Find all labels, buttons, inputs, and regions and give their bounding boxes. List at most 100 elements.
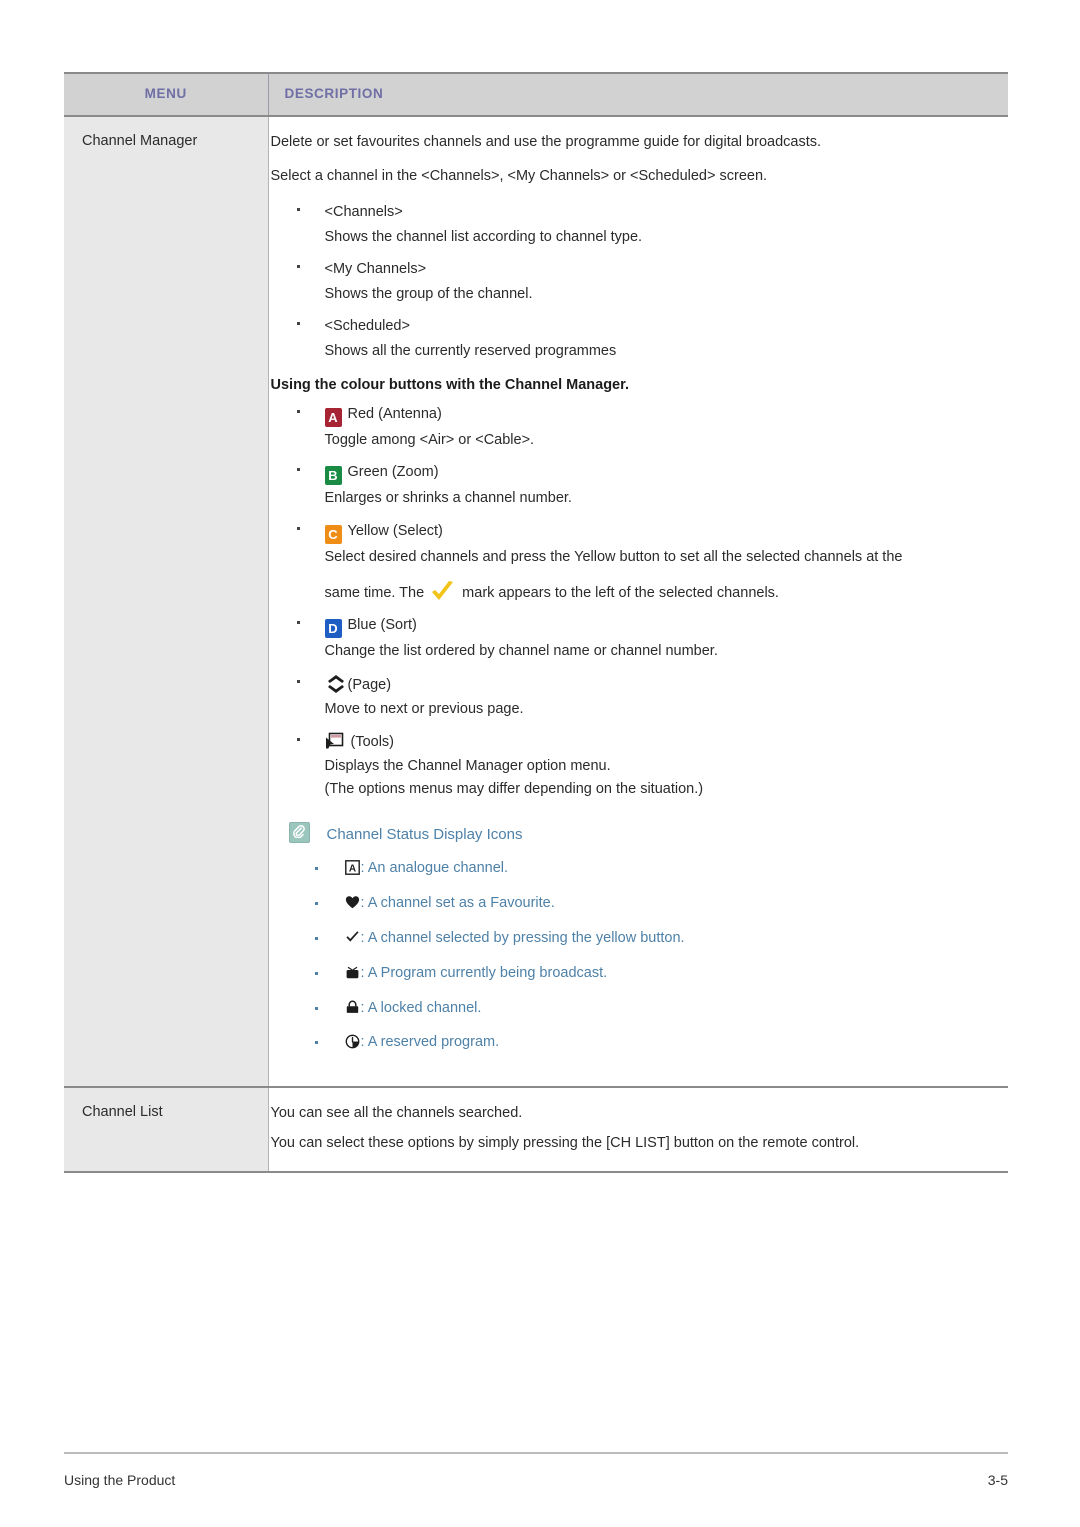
bullet-head: <My Channels> [324, 261, 427, 278]
bullet-dot-icon [296, 679, 300, 683]
bullet-head-label: (Page) [347, 676, 392, 693]
list-item-broadcasting-program: : A Program currently being broadcast. [289, 964, 991, 986]
screen-bullet-list: <Channels> Shows the channel list accord… [271, 201, 991, 362]
bullet-sub: Move to next or previous page. [324, 701, 524, 718]
bullet-sub: Enlarges or shrinks a channel number. [324, 490, 572, 507]
bullet-dot-icon [314, 936, 318, 940]
note-heading: Channel Status Display Icons [288, 822, 991, 845]
heart-icon [345, 895, 360, 916]
status-item-label: : A channel set as a Favourite. [360, 895, 555, 912]
footer-section-label: Using the Product [64, 1472, 176, 1488]
document-page: MENU DESCRIPTION Channel Manager Delete … [0, 0, 1080, 1527]
list-item-blue-button: D Blue (Sort) Change the list ordered by … [271, 614, 991, 662]
sub2-after-text: mark appears to the left of the selected… [462, 584, 779, 601]
note-paperclip-icon [288, 822, 310, 844]
bullet-head-label: Red (Antenna) [347, 405, 442, 422]
list-item-tools-button: (Tools) Displays the Channel Manager opt… [271, 731, 991, 800]
bullet-sub: Shows all the currently reserved program… [324, 342, 617, 359]
bullet-head: <Scheduled> [324, 318, 410, 335]
status-icon-list: A : An analogue channel. : A channel set … [289, 859, 991, 1055]
bullet-head: D Blue (Sort) [324, 614, 991, 639]
bullet-sub: Shows the group of the channel. [324, 285, 533, 302]
bullet-dot-icon [314, 1041, 318, 1045]
yellow-button-c-icon: C [324, 524, 342, 544]
description-cell-channel-list: You can see all the channels searched. Y… [268, 1087, 1008, 1173]
list-item: <Channels> Shows the channel list accord… [271, 201, 991, 248]
bullet-dot-icon [296, 208, 300, 212]
list-item: <My Channels> Shows the group of the cha… [271, 258, 991, 305]
note-heading-label: Channel Status Display Icons [326, 826, 523, 844]
list-item-red-button: A Red (Antenna) Toggle among <Air> or <Ca… [271, 403, 991, 451]
channel-list-paragraph-2: You can select these options by simply p… [270, 1135, 860, 1152]
status-item-label: : A Program currently being broadcast. [360, 964, 608, 981]
bullet-sub: Toggle among <Air> or <Cable>. [324, 431, 535, 448]
bullet-dot-icon [296, 621, 300, 625]
bullet-dot-icon [296, 322, 300, 326]
green-button-b-icon: B [324, 466, 342, 486]
bullet-head-label: (Tools) [350, 733, 395, 750]
column-header-menu-label: MENU [144, 86, 187, 101]
page-updown-chevron-icon [325, 673, 347, 695]
menu-cell-channel-list: Channel List [64, 1087, 269, 1173]
svg-text:A: A [348, 864, 355, 875]
bullet-head: (Tools) [325, 731, 991, 753]
status-item-label: : A reserved program. [360, 1034, 500, 1051]
sub2-before-text: same time. The [324, 584, 425, 601]
boxed-letter-a-icon: A [344, 860, 360, 881]
bullet-dot-icon [314, 902, 318, 906]
bullet-sub-2: same time. The mark appears to the left o… [325, 580, 991, 604]
column-header-menu: MENU [64, 72, 269, 117]
colour-buttons-heading: Using the colour buttons with the Channe… [270, 377, 630, 394]
list-item-reserved-program: : A reserved program. [289, 1033, 991, 1055]
menu-description-table: MENU DESCRIPTION Channel Manager Delete … [64, 72, 1008, 1173]
bullet-sub: Select desired channels and press the Ye… [324, 548, 903, 565]
bullet-sub-2: (The options menus may differ depending … [324, 780, 704, 797]
list-item-favourite-channel: : A channel set as a Favourite. [289, 894, 991, 916]
list-item-analogue-channel: A : An analogue channel. [289, 859, 991, 881]
bullet-head-label: Blue (Sort) [347, 617, 417, 634]
list-item-page-button: (Page) Move to next or previous page. [271, 673, 991, 721]
red-button-a-icon: A [324, 407, 342, 427]
list-item: <Scheduled> Shows all the currently rese… [271, 315, 991, 362]
status-item-label: : An analogue channel. [360, 860, 509, 877]
column-header-description: DESCRIPTION [268, 72, 1008, 117]
column-header-description-label: DESCRIPTION [284, 86, 384, 101]
bullet-head: B Green (Zoom) [324, 461, 991, 486]
yellow-check-mark-icon [429, 580, 457, 604]
table-header-row: MENU DESCRIPTION [64, 72, 1008, 117]
bullet-dot-icon [296, 526, 300, 530]
tools-icon [325, 731, 344, 750]
bullet-dot-icon [296, 468, 300, 472]
bullet-sub: Displays the Channel Manager option menu… [324, 758, 611, 775]
bullet-dot-icon [314, 867, 318, 871]
bullet-dot-icon [314, 971, 318, 975]
page-number: 3-5 [987, 1472, 1008, 1488]
lead-paragraph-2: Select a channel in the <Channels>, <My … [270, 168, 768, 185]
table-row-channel-list: Channel List You can see all the channel… [64, 1087, 1008, 1173]
bullet-sub: Shows the channel list according to chan… [324, 228, 643, 245]
channel-list-paragraph-1: You can see all the channels searched. [270, 1105, 523, 1122]
page-footer: Using the Product 3-5 [64, 1452, 1008, 1488]
table-row-channel-manager: Channel Manager Delete or set favourites… [64, 116, 1008, 1089]
bullet-dot-icon [296, 265, 300, 269]
blue-button-d-icon: D [324, 619, 342, 639]
bullet-dot-icon [296, 409, 300, 413]
bullet-head-label: Yellow (Select) [347, 522, 443, 539]
check-mark-icon [345, 930, 360, 951]
bullet-dot-icon [314, 1006, 318, 1010]
colour-button-list: A Red (Antenna) Toggle among <Air> or <Ca… [271, 403, 991, 801]
bullet-head-label: Green (Zoom) [347, 464, 439, 481]
menu-cell-channel-manager: Channel Manager [64, 116, 269, 1089]
list-item-yellow-button: C Yellow (Select) Select desired channels… [271, 520, 991, 605]
tv-icon [345, 965, 360, 986]
list-item-selected-channel: : A channel selected by pressing the yel… [289, 929, 991, 951]
footer-content: Using the Product 3-5 [64, 1454, 1008, 1488]
channel-status-note-block: Channel Status Display Icons A : An analo… [271, 822, 991, 1055]
list-item-locked-channel: : A locked channel. [289, 999, 991, 1021]
bullet-head: C Yellow (Select) [324, 520, 991, 544]
bullet-head: <Channels> [324, 204, 403, 221]
bullet-head: (Page) [325, 673, 991, 696]
clock-icon [345, 1034, 360, 1055]
bullet-sub: Change the list ordered by channel name … [324, 643, 718, 660]
description-cell-channel-manager: Delete or set favourites channels and us… [268, 116, 1008, 1089]
